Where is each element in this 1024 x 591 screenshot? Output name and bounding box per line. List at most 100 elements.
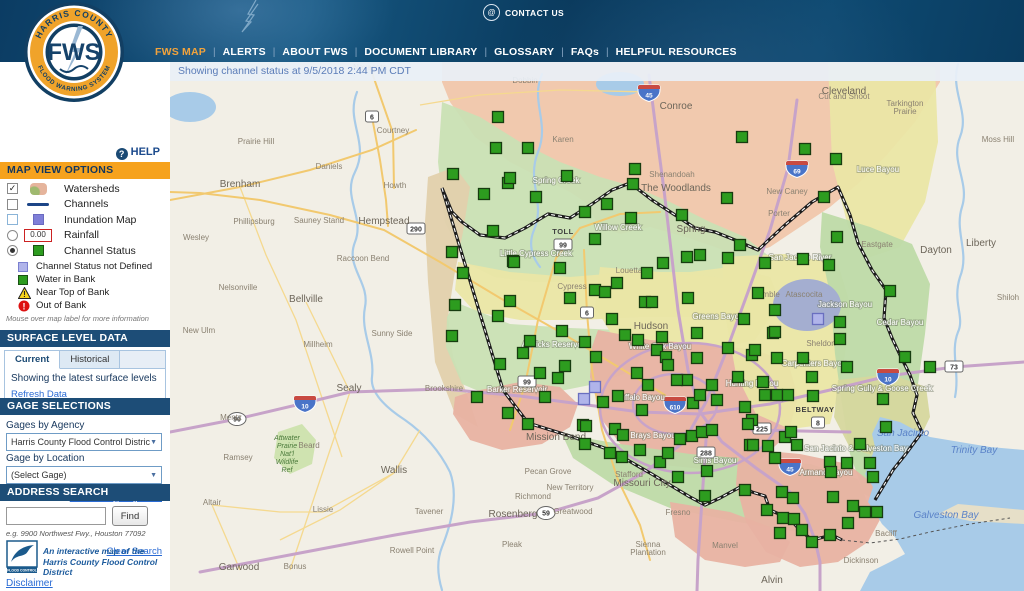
channel-status-marker-water-in-bank[interactable] bbox=[723, 343, 734, 354]
channel-status-marker-water-in-bank[interactable] bbox=[760, 390, 771, 401]
channel-status-marker-water-in-bank[interactable] bbox=[687, 431, 698, 442]
channel-status-marker-water-in-bank[interactable] bbox=[630, 164, 641, 175]
channel-status-marker-water-in-bank[interactable] bbox=[682, 252, 693, 263]
channel-status-marker-water-in-bank[interactable] bbox=[855, 439, 866, 450]
channel-status-marker-water-in-bank[interactable] bbox=[602, 199, 613, 210]
channel-status-marker-water-in-bank[interactable] bbox=[878, 394, 889, 405]
channel-status-marker-water-in-bank[interactable] bbox=[450, 300, 461, 311]
channel-status-marker-water-in-bank[interactable] bbox=[842, 458, 853, 469]
channel-status-marker-water-in-bank[interactable] bbox=[540, 392, 551, 403]
channel-status-marker-water-in-bank[interactable] bbox=[763, 441, 774, 452]
channel-status-marker-water-in-bank[interactable] bbox=[628, 179, 639, 190]
channel-status-marker-water-in-bank[interactable] bbox=[491, 143, 502, 154]
channel-status-marker-water-in-bank[interactable] bbox=[580, 439, 591, 450]
channel-status-marker-water-in-bank[interactable] bbox=[860, 507, 871, 518]
map-canvas[interactable]: 62909969928822587390594569101061045Navas… bbox=[170, 62, 1024, 591]
disclaimer-link[interactable]: Disclaimer bbox=[6, 578, 53, 589]
channel-status-marker-water-in-bank[interactable] bbox=[783, 390, 794, 401]
channel-status-marker-water-in-bank[interactable] bbox=[843, 518, 854, 529]
channel-status-marker-water-in-bank[interactable] bbox=[675, 434, 686, 445]
channel-status-marker-water-in-bank[interactable] bbox=[722, 193, 733, 204]
channel-status-marker-water-in-bank[interactable] bbox=[697, 427, 708, 438]
channel-status-marker-water-in-bank[interactable] bbox=[807, 537, 818, 548]
nav-item-glossary[interactable]: GLOSSARY bbox=[494, 46, 554, 58]
channel-status-marker-water-in-bank[interactable] bbox=[560, 361, 571, 372]
channel-status-marker-water-in-bank[interactable] bbox=[447, 247, 458, 258]
channel-status-marker-water-in-bank[interactable] bbox=[798, 254, 809, 265]
channel-status-marker-water-in-bank[interactable] bbox=[835, 334, 846, 345]
channel-status-marker-water-in-bank[interactable] bbox=[493, 311, 504, 322]
channel-status-marker-water-in-bank[interactable] bbox=[842, 362, 853, 373]
gage-select[interactable]: (Select Gage) ▼ bbox=[6, 466, 162, 484]
channel-status-marker-water-in-bank[interactable] bbox=[865, 458, 876, 469]
channel-status-marker-water-in-bank[interactable] bbox=[612, 278, 623, 289]
channel-status-marker-water-in-bank[interactable] bbox=[789, 514, 800, 525]
channel-status-marker-water-in-bank[interactable] bbox=[663, 448, 674, 459]
channel-status-marker-water-in-bank[interactable] bbox=[448, 169, 459, 180]
channel-status-marker-water-in-bank[interactable] bbox=[808, 391, 819, 402]
channel-status-marker-water-in-bank[interactable] bbox=[488, 226, 499, 237]
channel-status-marker-water-in-bank[interactable] bbox=[683, 293, 694, 304]
channel-status-marker-water-in-bank[interactable] bbox=[509, 257, 520, 268]
channel-status-marker-water-in-bank[interactable] bbox=[824, 260, 835, 271]
channel-status-marker-water-in-bank[interactable] bbox=[885, 286, 896, 297]
nav-item-helpful-resources[interactable]: HELPFUL RESOURCES bbox=[616, 46, 737, 58]
channel-status-marker-water-in-bank[interactable] bbox=[682, 375, 693, 386]
channel-status-marker-water-in-bank[interactable] bbox=[637, 405, 648, 416]
channel-status-marker-water-in-bank[interactable] bbox=[503, 408, 514, 419]
map-area[interactable]: 62909969928822587390594569101061045Navas… bbox=[170, 62, 1024, 591]
channel-status-marker-water-in-bank[interactable] bbox=[642, 268, 653, 279]
channel-status-marker-water-in-bank[interactable] bbox=[723, 253, 734, 264]
channel-status-marker-water-in-bank[interactable] bbox=[800, 144, 811, 155]
channel-status-marker-water-in-bank[interactable] bbox=[643, 380, 654, 391]
channel-status-marker-water-in-bank[interactable] bbox=[525, 336, 536, 347]
channel-status-marker-water-in-bank[interactable] bbox=[565, 293, 576, 304]
channel-status-marker-water-in-bank[interactable] bbox=[580, 337, 591, 348]
channel-status-marker-water-in-bank[interactable] bbox=[620, 330, 631, 341]
channel-status-marker-water-in-bank[interactable] bbox=[772, 353, 783, 364]
channel-status-marker-water-in-bank[interactable] bbox=[872, 507, 883, 518]
channel-status-marker-water-in-bank[interactable] bbox=[590, 285, 601, 296]
channel-status-marker-water-in-bank[interactable] bbox=[772, 390, 783, 401]
checkbox-watersheds[interactable]: ✓ bbox=[7, 183, 18, 194]
channel-status-marker-water-in-bank[interactable] bbox=[700, 491, 711, 502]
nav-item-about-fws[interactable]: ABOUT FWS bbox=[282, 46, 347, 58]
channel-status-marker-water-in-bank[interactable] bbox=[632, 368, 643, 379]
channel-status-marker-not-defined[interactable] bbox=[590, 382, 601, 393]
channel-status-marker-water-in-bank[interactable] bbox=[798, 353, 809, 364]
channel-status-marker-water-in-bank[interactable] bbox=[672, 375, 683, 386]
help-link[interactable]: ?HELP bbox=[0, 146, 160, 160]
channel-status-marker-water-in-bank[interactable] bbox=[868, 472, 879, 483]
channel-status-marker-water-in-bank[interactable] bbox=[505, 296, 516, 307]
channel-status-marker-water-in-bank[interactable] bbox=[775, 528, 786, 539]
channel-status-marker-water-in-bank[interactable] bbox=[835, 317, 846, 328]
channel-status-marker-water-in-bank[interactable] bbox=[618, 430, 629, 441]
channel-status-marker-water-in-bank[interactable] bbox=[505, 173, 516, 184]
channel-status-marker-water-in-bank[interactable] bbox=[518, 348, 529, 359]
channel-status-marker-water-in-bank[interactable] bbox=[458, 268, 469, 279]
channel-status-marker-water-in-bank[interactable] bbox=[792, 440, 803, 451]
channel-status-marker-water-in-bank[interactable] bbox=[591, 352, 602, 363]
channel-status-marker-water-in-bank[interactable] bbox=[707, 380, 718, 391]
channel-status-marker-water-in-bank[interactable] bbox=[832, 232, 843, 243]
channel-status-marker-water-in-bank[interactable] bbox=[695, 390, 706, 401]
channel-status-marker-water-in-bank[interactable] bbox=[758, 377, 769, 388]
tab-historical[interactable]: Historical bbox=[60, 351, 120, 368]
channel-status-marker-water-in-bank[interactable] bbox=[677, 210, 688, 221]
channel-status-marker-water-in-bank[interactable] bbox=[447, 331, 458, 342]
channel-status-marker-water-in-bank[interactable] bbox=[580, 207, 591, 218]
channel-status-marker-not-defined[interactable] bbox=[579, 394, 590, 405]
channel-status-marker-water-in-bank[interactable] bbox=[807, 372, 818, 383]
channel-status-marker-water-in-bank[interactable] bbox=[523, 419, 534, 430]
channel-status-marker-water-in-bank[interactable] bbox=[692, 353, 703, 364]
channel-status-marker-not-defined[interactable] bbox=[813, 314, 824, 325]
channel-status-marker-water-in-bank[interactable] bbox=[900, 352, 911, 363]
channel-status-marker-water-in-bank[interactable] bbox=[702, 466, 713, 477]
channel-status-marker-water-in-bank[interactable] bbox=[797, 525, 808, 536]
checkbox-inundation-map[interactable] bbox=[7, 214, 18, 225]
channel-status-marker-water-in-bank[interactable] bbox=[828, 492, 839, 503]
channel-status-marker-water-in-bank[interactable] bbox=[777, 487, 788, 498]
channel-status-marker-water-in-bank[interactable] bbox=[748, 440, 759, 451]
channel-status-marker-water-in-bank[interactable] bbox=[495, 359, 506, 370]
channel-status-marker-water-in-bank[interactable] bbox=[617, 452, 628, 463]
